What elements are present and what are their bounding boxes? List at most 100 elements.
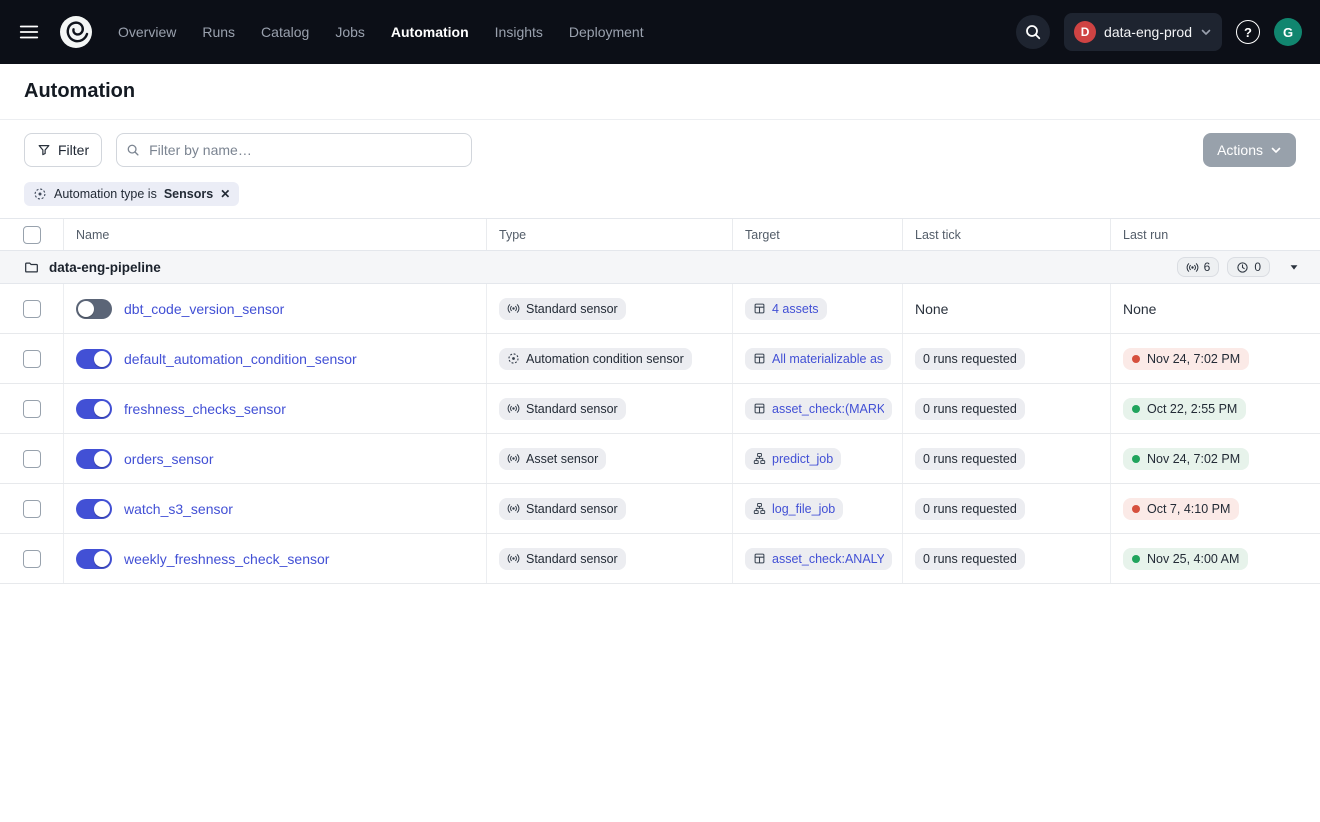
table-row: dbt_code_version_sensor Standard sensor … [0, 284, 1320, 334]
sensor-toggle[interactable] [76, 349, 112, 369]
nav-insights[interactable]: Insights [495, 24, 543, 40]
table-row: orders_sensor Asset sensor predict_job 0… [0, 434, 1320, 484]
status-dot-red [1132, 355, 1140, 363]
avatar[interactable]: G [1274, 18, 1302, 46]
funnel-icon [37, 143, 51, 157]
type-tag: Automation condition sensor [499, 348, 692, 370]
search-icon[interactable] [1016, 15, 1050, 49]
status-dot-green [1132, 405, 1140, 413]
close-icon[interactable]: ✕ [220, 188, 230, 200]
nav-jobs[interactable]: Jobs [335, 24, 365, 40]
target-link[interactable]: asset_check:ANALY [745, 548, 892, 570]
clock-icon [1236, 261, 1249, 274]
row-checkbox[interactable] [23, 400, 41, 418]
last-run-link[interactable]: Nov 25, 4:00 AM [1123, 548, 1248, 570]
sensor-toggle[interactable] [76, 399, 112, 419]
dagster-logo[interactable] [56, 12, 96, 52]
last-tick-value: None [915, 301, 948, 317]
sensor-name-link[interactable]: watch_s3_sensor [124, 501, 233, 517]
asset-icon [753, 352, 766, 365]
last-run-link[interactable]: Oct 22, 2:55 PM [1123, 398, 1246, 420]
title-bar: Automation [0, 64, 1320, 120]
row-checkbox[interactable] [23, 550, 41, 568]
sensor-name-link[interactable]: freshness_checks_sensor [124, 401, 286, 417]
automation-type-icon [33, 187, 47, 201]
sensor-icon [1186, 261, 1199, 274]
sensor-toggle[interactable] [76, 549, 112, 569]
target-link[interactable]: 4 assets [745, 298, 827, 320]
sensor-icon [507, 302, 520, 315]
job-icon [753, 502, 766, 515]
schedules-count-chip: 0 [1227, 257, 1270, 277]
type-tag: Standard sensor [499, 498, 626, 520]
search-input-icon [126, 143, 140, 157]
status-dot-green [1132, 455, 1140, 463]
help-icon[interactable]: ? [1236, 20, 1260, 44]
last-tick-tag: 0 runs requested [915, 498, 1025, 520]
nav-automation[interactable]: Automation [391, 24, 469, 40]
deployment-selector[interactable]: D data-eng-prod [1064, 13, 1222, 51]
column-header-type: Type [487, 219, 733, 250]
select-all-checkbox[interactable] [23, 226, 41, 244]
sensor-name-link[interactable]: orders_sensor [124, 451, 214, 467]
toolbar: Filter Actions [0, 120, 1320, 180]
app-root: Overview Runs Catalog Jobs Automation In… [0, 0, 1320, 822]
deployment-badge: D [1074, 21, 1096, 43]
sensor-toggle[interactable] [76, 299, 112, 319]
page-title: Automation [24, 80, 135, 103]
nav-runs[interactable]: Runs [202, 24, 235, 40]
nav-deployment[interactable]: Deployment [569, 24, 644, 40]
table-row: watch_s3_sensor Standard sensor log_file… [0, 484, 1320, 534]
target-link[interactable]: predict_job [745, 448, 841, 470]
group-name: data-eng-pipeline [49, 260, 161, 275]
last-tick-tag: 0 runs requested [915, 548, 1025, 570]
schedules-count: 0 [1254, 260, 1261, 274]
filter-button[interactable]: Filter [24, 133, 102, 167]
last-run-value: None [1123, 301, 1156, 317]
collapse-caret-icon[interactable] [1284, 259, 1304, 275]
last-run-link[interactable]: Oct 7, 4:10 PM [1123, 498, 1239, 520]
filter-tag-prefix: Automation type is [54, 187, 157, 201]
type-tag: Standard sensor [499, 298, 626, 320]
row-checkbox[interactable] [23, 350, 41, 368]
sensor-icon [507, 452, 520, 465]
nav-overview[interactable]: Overview [118, 24, 176, 40]
sensor-toggle[interactable] [76, 499, 112, 519]
sensors-count: 6 [1204, 260, 1211, 274]
table-row: default_automation_condition_sensor Auto… [0, 334, 1320, 384]
target-link[interactable]: asset_check:(MARK [745, 398, 892, 420]
sensor-toggle[interactable] [76, 449, 112, 469]
nav-catalog[interactable]: Catalog [261, 24, 309, 40]
target-link[interactable]: log_file_job [745, 498, 843, 520]
sensor-name-link[interactable]: weekly_freshness_check_sensor [124, 551, 329, 567]
group-row[interactable]: data-eng-pipeline 6 0 [0, 251, 1320, 284]
folder-icon [24, 260, 39, 275]
status-dot-red [1132, 505, 1140, 513]
last-run-link[interactable]: Nov 24, 7:02 PM [1123, 348, 1249, 370]
row-checkbox[interactable] [23, 450, 41, 468]
job-icon [753, 452, 766, 465]
asset-icon [753, 302, 766, 315]
filter-button-label: Filter [58, 142, 89, 158]
column-header-target: Target [733, 219, 903, 250]
sensor-name-link[interactable]: default_automation_condition_sensor [124, 351, 357, 367]
menu-icon[interactable] [18, 21, 40, 43]
target-link[interactable]: All materializable as [745, 348, 891, 370]
filter-tag-value: Sensors [164, 187, 213, 201]
row-checkbox[interactable] [23, 500, 41, 518]
sensor-icon [507, 502, 520, 515]
column-header-last-tick: Last tick [903, 219, 1111, 250]
search-input[interactable] [116, 133, 472, 167]
last-run-link[interactable]: Nov 24, 7:02 PM [1123, 448, 1249, 470]
table-header: Name Type Target Last tick Last run [0, 219, 1320, 251]
last-tick-tag: 0 runs requested [915, 348, 1025, 370]
row-checkbox[interactable] [23, 300, 41, 318]
status-dot-green [1132, 555, 1140, 563]
sensors-count-chip: 6 [1177, 257, 1220, 277]
asset-icon [753, 402, 766, 415]
sensor-name-link[interactable]: dbt_code_version_sensor [124, 301, 284, 317]
type-tag: Standard sensor [499, 398, 626, 420]
actions-button[interactable]: Actions [1203, 133, 1296, 167]
table-row: weekly_freshness_check_sensor Standard s… [0, 534, 1320, 584]
chevron-down-icon [1200, 26, 1212, 38]
